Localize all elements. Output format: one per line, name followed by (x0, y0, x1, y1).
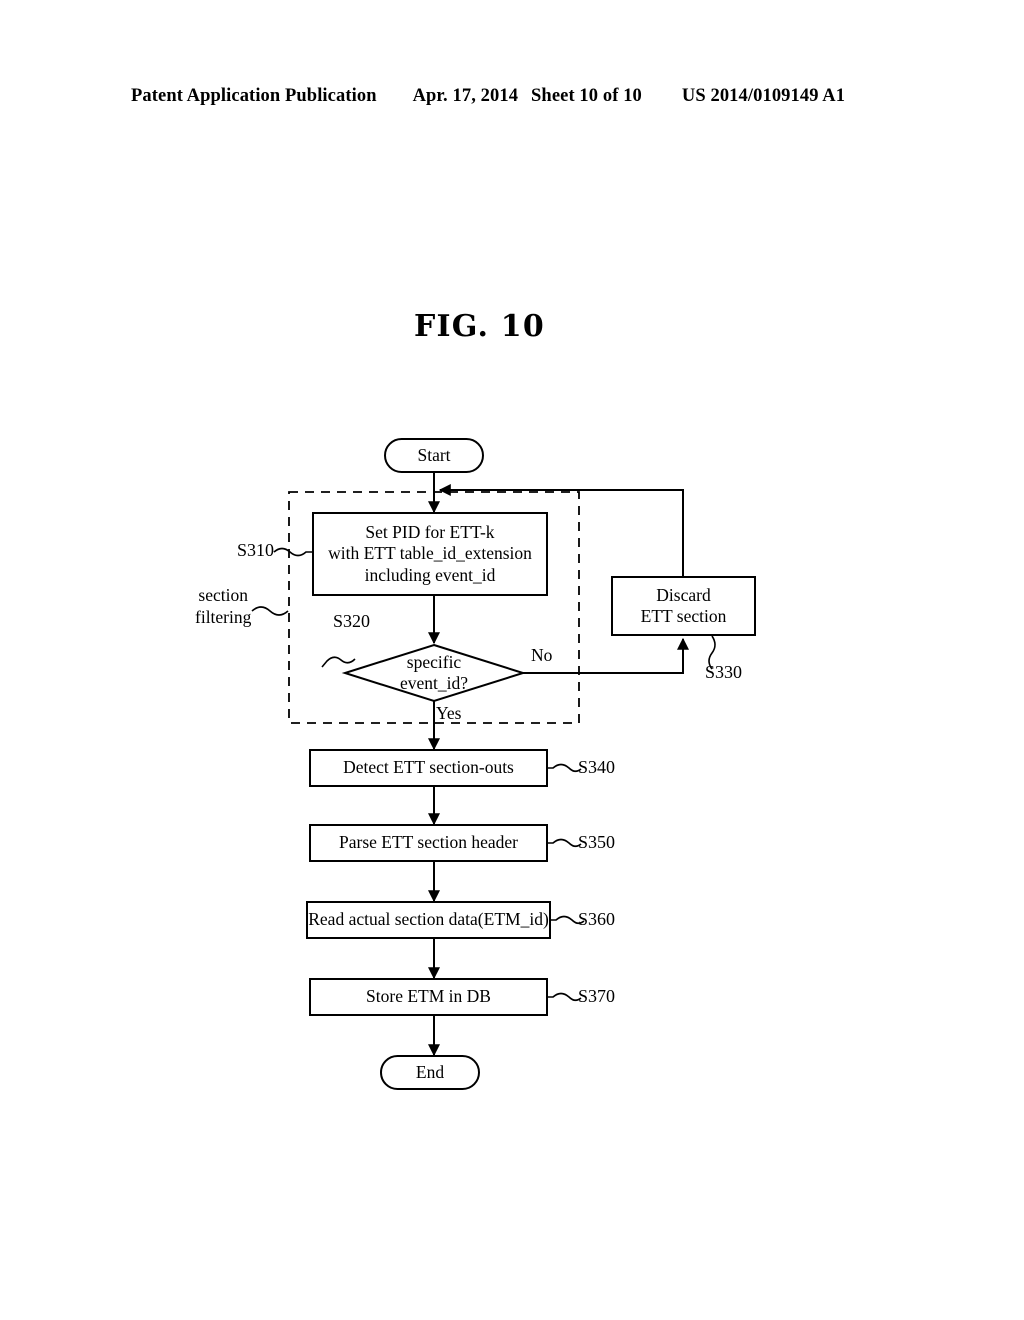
leader-s310 (273, 547, 313, 557)
step-label-s310: S310 (237, 540, 275, 560)
section-filtering-line-1: section (198, 585, 248, 605)
leader-section-filtering (251, 606, 289, 616)
decision-no-label: No (531, 645, 553, 665)
setpid-node-shape (312, 512, 548, 596)
step-label-s370: S370 (578, 986, 616, 1006)
detect-node-shape (309, 749, 548, 787)
end-node-shape (380, 1055, 480, 1090)
step-label-s320: S320 (333, 611, 371, 631)
section-filtering-line-2: filtering (195, 606, 252, 627)
discard-node-shape (611, 576, 756, 636)
step-label-s340: S340 (578, 757, 616, 777)
step-label-s330: S330 (705, 662, 743, 682)
leader-s340 (547, 763, 582, 773)
leader-s320 (321, 656, 356, 668)
edge-discard-feedback (438, 484, 684, 577)
store-node-shape (309, 978, 548, 1016)
decision-node-shape (341, 643, 527, 703)
parse-node-shape (309, 824, 548, 862)
step-label-s360: S360 (578, 909, 616, 929)
leader-s350 (547, 838, 582, 848)
step-label-s350: S350 (578, 832, 616, 852)
leader-s370 (547, 992, 582, 1002)
section-filtering-label: section filtering (195, 585, 251, 629)
start-node-shape (384, 438, 484, 473)
read-node-shape (306, 901, 551, 939)
flowchart-diagram (251, 438, 756, 1090)
decision-yes-label: Yes (436, 703, 462, 723)
